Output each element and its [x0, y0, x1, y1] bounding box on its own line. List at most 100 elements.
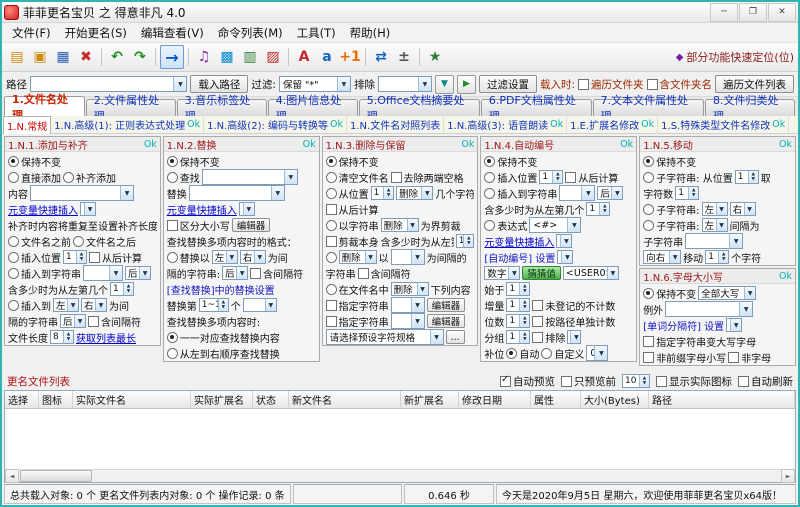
chevron-down-icon[interactable]	[417, 77, 431, 91]
spinner-arrows-icon[interactable]	[599, 203, 610, 215]
radio-option[interactable]: 保持不变	[643, 154, 696, 169]
scrollbar-thumb[interactable]	[20, 470, 92, 482]
spinner-arrows-icon[interactable]	[519, 315, 530, 327]
tab-sub-3[interactable]: 1.N.高级(2): 编码与转换等 Ok	[204, 116, 348, 133]
dropdown[interactable]	[242, 298, 277, 312]
dropdown[interactable]: 右	[81, 298, 107, 312]
radio-option[interactable]: 补齐添加	[63, 170, 116, 185]
radio-option[interactable]: 保持不变	[325, 154, 379, 169]
checkbox-option[interactable]: 从后计算	[565, 170, 618, 185]
maximize-button[interactable]: ❐	[739, 2, 767, 22]
number-icon[interactable]: +1	[339, 46, 361, 68]
chevron-down-icon[interactable]	[410, 298, 424, 312]
checkbox-option[interactable]: 排除	[532, 330, 565, 345]
dropdown[interactable]	[238, 202, 255, 216]
lowercase-icon[interactable]: a	[316, 46, 338, 68]
small-button[interactable]: 编辑器	[231, 218, 271, 232]
auto-refresh-checkbox[interactable]: 自动刷新	[738, 374, 793, 389]
chevron-down-icon[interactable]	[581, 186, 595, 200]
column-header-9[interactable]: 大小(Bytes)	[581, 391, 649, 408]
chevron-down-icon[interactable]	[561, 251, 573, 263]
chevron-down-icon[interactable]	[421, 187, 433, 199]
dropdown[interactable]: 数字	[484, 266, 521, 280]
column-header-5[interactable]: 新文件名	[289, 391, 401, 408]
tab-sub-1[interactable]: 1.N.常规	[3, 115, 52, 134]
spinner-arrows-icon[interactable]	[123, 283, 133, 295]
radio-option[interactable]: 插入位置	[8, 250, 61, 265]
chevron-down-icon[interactable]	[508, 267, 520, 279]
include-folder-names-checkbox[interactable]: 含文件夹名	[646, 77, 712, 92]
insert-variable-link[interactable]: 元变量快捷插入	[484, 234, 554, 249]
chevron-down-icon[interactable]	[715, 219, 727, 231]
spinner-arrows-icon[interactable]	[519, 299, 530, 311]
spinner-arrows-icon[interactable]	[63, 331, 73, 343]
column-header-10[interactable]: 路径	[649, 391, 795, 408]
spinner[interactable]: 1	[705, 250, 730, 264]
dropdown[interactable]	[80, 202, 96, 216]
chevron-down-icon[interactable]	[173, 77, 187, 91]
exclude-filter-combo[interactable]	[377, 76, 432, 92]
show-real-icons-checkbox[interactable]: 显示实际图标	[656, 374, 732, 389]
scroll-right-icon[interactable]	[781, 469, 795, 483]
combo-box[interactable]	[188, 185, 285, 201]
combo-box[interactable]	[390, 297, 425, 313]
dropdown[interactable]: 左	[211, 250, 238, 264]
chevron-down-icon[interactable]	[611, 187, 623, 199]
combo-box[interactable]	[665, 301, 754, 317]
tab-main-8[interactable]: 8.文件归类处理	[704, 94, 796, 123]
spinner[interactable]: 1	[734, 170, 759, 184]
horizontal-scrollbar[interactable]	[5, 469, 795, 483]
combo-box[interactable]	[30, 185, 134, 201]
table-body[interactable]	[5, 409, 795, 469]
combo-box[interactable]	[83, 265, 123, 281]
preview-count-spinner[interactable]: 10	[622, 374, 650, 388]
dropdown[interactable]: <USER0>	[562, 266, 619, 280]
spinner-arrows-icon[interactable]	[688, 187, 699, 199]
chevron-down-icon[interactable]	[95, 299, 106, 311]
radio-option[interactable]: 从位置	[325, 186, 369, 201]
dropdown[interactable]	[567, 330, 582, 344]
combo-box[interactable]: 请选择预设字符规格	[325, 329, 444, 345]
radio-option[interactable]: 保持不变	[166, 154, 220, 169]
office-doc-icon[interactable]: ▥	[239, 46, 261, 68]
swap-icon[interactable]: ⇄	[370, 46, 392, 68]
dropdown[interactable]: 删除	[380, 218, 419, 232]
image-info-icon[interactable]: ▩	[216, 46, 238, 68]
tab-main-1[interactable]: 1.文件名处理	[4, 93, 85, 122]
spinner[interactable]: 1	[539, 170, 564, 184]
checkbox-option[interactable]: 指定字符串	[325, 314, 389, 329]
chevron-down-icon[interactable]	[429, 330, 443, 344]
filter-settings-button[interactable]: 过滤设置	[478, 75, 537, 93]
tab-sub-6[interactable]: 1.E.扩展名修改 Ok	[567, 116, 659, 133]
dropdown[interactable]: 右	[729, 202, 756, 216]
radio-option[interactable]: 保持不变	[643, 286, 696, 301]
radio-option[interactable]: 插入到字符串	[8, 266, 81, 281]
combo-box[interactable]	[685, 233, 744, 249]
spinner[interactable]: 8	[50, 330, 74, 344]
radio-option[interactable]: 自定义	[541, 346, 584, 361]
dropdown[interactable]: 右	[239, 250, 266, 264]
radio-option[interactable]: 子字符串:	[643, 202, 700, 217]
checkbox-option[interactable]: 从后计算	[89, 250, 142, 265]
guess-value-button[interactable]: 猜猜值	[522, 266, 561, 280]
dropdown[interactable]: 左	[53, 298, 79, 312]
column-header-8[interactable]: 属性	[531, 391, 581, 408]
dropdown[interactable]: 后	[60, 314, 86, 328]
chevron-down-icon[interactable]	[669, 251, 681, 263]
chevron-down-icon[interactable]	[743, 203, 755, 215]
chevron-down-icon[interactable]	[730, 319, 742, 331]
insert-variable-link[interactable]: 获取列表最长	[76, 330, 136, 345]
menu-item-1[interactable]: 开始更名(S)	[58, 24, 134, 42]
spinner-arrows-icon[interactable]	[718, 251, 729, 263]
chevron-down-icon[interactable]	[74, 315, 85, 327]
clear-list-icon[interactable]: ✖	[75, 46, 97, 68]
radio-option[interactable]: 子字符串: 从位置	[643, 170, 733, 185]
chevron-down-icon[interactable]	[410, 250, 424, 264]
combo-box[interactable]	[390, 249, 425, 265]
insert-variable-link[interactable]: 元变量快捷插入	[8, 202, 78, 217]
tab-sub-4[interactable]: 1.N.文件名对照列表	[347, 116, 445, 133]
spinner[interactable]: 1	[675, 186, 700, 200]
small-button[interactable]: 编辑器	[426, 314, 466, 328]
ok-badge[interactable]: Ok	[461, 139, 474, 150]
chevron-down-icon[interactable]	[270, 186, 284, 200]
